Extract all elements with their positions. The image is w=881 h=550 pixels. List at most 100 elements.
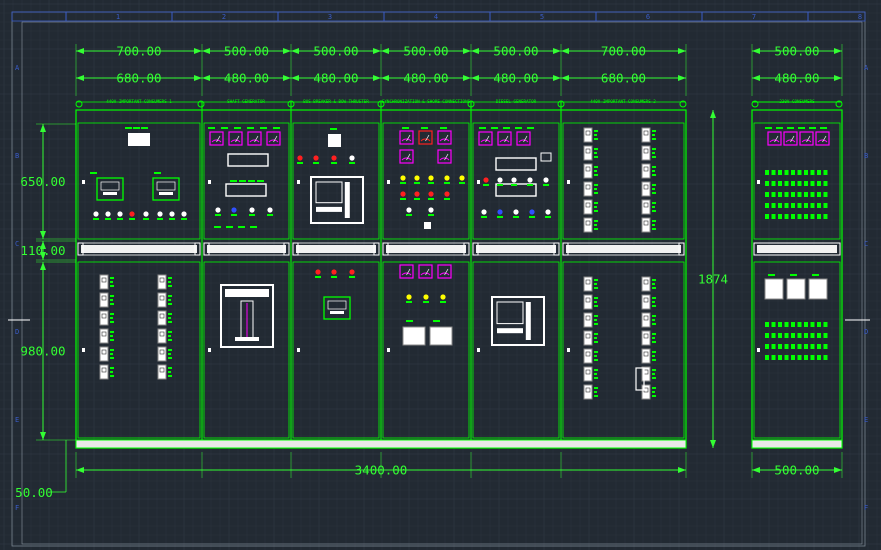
indicator-lamp: [511, 177, 517, 183]
breaker-label: [594, 369, 598, 371]
controller-keys: [525, 302, 531, 340]
main-breaker: [764, 278, 784, 300]
section-title: 440V IMPORTANT CONSUMERS 2: [590, 99, 656, 104]
section-title: SHAFT GENERATOR: [227, 99, 265, 104]
lamp-label: [545, 216, 551, 218]
device-label: [226, 226, 233, 228]
terminal-block: [817, 203, 821, 208]
terminal-block: [797, 355, 802, 360]
synchro-unit: [225, 183, 267, 197]
breaker-label: [594, 333, 598, 335]
terminal-block: [804, 214, 808, 219]
lamp-label: [414, 182, 420, 184]
indicator-lamp: [157, 211, 163, 217]
ruler-number: 3: [328, 13, 332, 21]
terminal-block: [765, 203, 769, 208]
breaker-label: [594, 166, 598, 168]
breaker-label: [594, 377, 598, 379]
breaker-label: [652, 174, 656, 176]
terminal-block: [778, 322, 782, 327]
breaker-label: [168, 321, 172, 323]
terminal-block: [823, 344, 828, 349]
changeover-switch: [128, 133, 150, 146]
terminal-block: [823, 203, 828, 208]
breaker-label: [110, 371, 113, 373]
terminal-block: [778, 192, 782, 197]
terminal-block: [771, 170, 776, 175]
indicator-lamp: [428, 207, 434, 213]
indicator-lamp: [215, 207, 221, 213]
breaker-label: [652, 138, 656, 140]
device-label: [257, 180, 264, 182]
breaker-label: [110, 285, 114, 287]
breaker-label: [652, 166, 656, 168]
indicator-lamp: [169, 211, 175, 217]
lamp-label: [143, 218, 149, 220]
switchboard-front-view: 1 2 3 4 5 6 7 8A AB BC CD DE EF F 440V IMPORTANT CONS…: [0, 0, 881, 550]
breaker-label: [652, 337, 655, 339]
indicator-lamp: [93, 211, 99, 217]
terminal-block: [823, 333, 828, 338]
lower-door: [203, 261, 290, 439]
lamp-label: [331, 162, 337, 164]
breaker-label: [652, 152, 655, 154]
terminal-block: [810, 333, 815, 338]
breaker-label: [594, 341, 598, 343]
terminal-block: [765, 322, 769, 327]
terminal-block: [817, 344, 821, 349]
breaker-label: [652, 377, 656, 379]
ruler-letter-left: F: [15, 504, 19, 512]
breaker-label: [652, 210, 656, 212]
device-label: [273, 127, 280, 129]
indicator-lamp: [497, 177, 503, 183]
breaker-label: [594, 130, 598, 132]
terminal-block: [823, 192, 828, 197]
indicator-lamp: [143, 211, 149, 217]
terminal-block: [810, 214, 815, 219]
door-handle: [477, 348, 480, 352]
indicator-lamp: [267, 207, 273, 213]
indicator-lamp: [349, 155, 355, 161]
analog-meter: [399, 264, 414, 279]
breaker-label: [594, 188, 597, 190]
dimension-arrow: [40, 124, 46, 132]
terminal-block: [797, 333, 802, 338]
device-label: [330, 128, 337, 130]
controller-screen: [496, 301, 524, 325]
relay-keys: [159, 192, 173, 195]
indicator-lamp: [513, 209, 519, 215]
breaker-label: [652, 333, 656, 335]
terminal-block: [804, 355, 808, 360]
breaker-label: [594, 359, 598, 361]
ruler-letter-left: D: [15, 328, 19, 336]
ruler-letter-right: D: [864, 328, 868, 336]
lamp-label: [267, 214, 273, 216]
lower-door: [472, 261, 560, 439]
indicator-lamp: [481, 209, 487, 215]
lamp-label: [406, 214, 412, 216]
door-handle: [297, 348, 300, 352]
lamp-label: [400, 198, 406, 200]
indicator-lamp: [440, 294, 446, 300]
terminal-block: [797, 203, 802, 208]
indicator-lamp: [249, 207, 255, 213]
indicator-lamp: [400, 191, 406, 197]
lamp-label: [129, 218, 135, 220]
lamp-label: [428, 198, 434, 200]
terminal-block: [778, 181, 782, 186]
breaker-label: [168, 331, 172, 333]
indicator-lamp: [181, 211, 187, 217]
lamp-label: [157, 218, 163, 220]
cad-drawing-canvas[interactable]: 12345678AABBCCDDEEFF 440V IMPORTANT CONS…: [0, 0, 881, 550]
dimension-text: 110.00: [20, 243, 65, 258]
lamp-label: [169, 218, 175, 220]
device-label: [787, 127, 794, 129]
terminal-block: [784, 203, 789, 208]
terminal-block: [778, 333, 782, 338]
breaker-label: [594, 283, 597, 285]
lamp-label: [481, 216, 487, 218]
dimension-text: 680.00: [116, 71, 161, 86]
busbar: [476, 245, 556, 253]
breaker-label: [652, 170, 655, 172]
lamp-label: [543, 184, 549, 186]
